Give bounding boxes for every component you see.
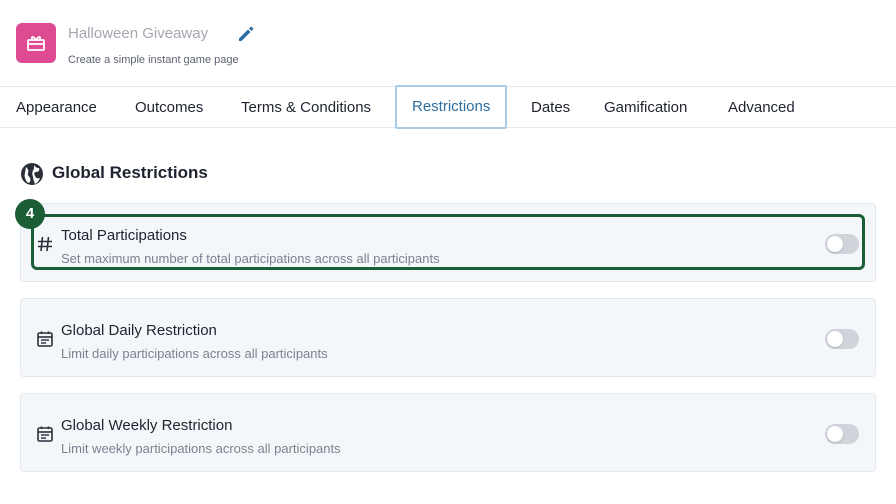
restriction-card-global-daily: Global Daily Restriction Limit daily par… [20,298,876,377]
calendar-icon [35,424,55,444]
restriction-description: Limit daily participations across all pa… [61,346,328,361]
tab-gamification[interactable]: Gamification [604,87,687,128]
hash-icon [35,234,55,254]
calendar-icon [35,329,55,349]
restriction-card-global-weekly: Global Weekly Restriction Limit weekly p… [20,393,876,472]
global-daily-toggle[interactable] [825,329,859,349]
toggle-knob [827,331,843,347]
tab-dates[interactable]: Dates [531,87,570,128]
globe-icon [20,162,44,186]
page-header: Halloween Giveaway Create a simple insta… [0,0,896,86]
restriction-title: Total Participations [61,227,187,244]
restriction-description: Limit weekly participations across all p… [61,441,341,456]
tab-restrictions[interactable]: Restrictions [395,85,508,129]
tab-terms-conditions[interactable]: Terms & Conditions [241,87,371,128]
tab-appearance[interactable]: Appearance [16,87,97,128]
tab-advanced[interactable]: Advanced [728,87,795,128]
tab-outcomes[interactable]: Outcomes [135,87,203,128]
section-title: Global Restrictions [52,163,208,182]
restriction-title: Global Weekly Restriction [61,417,233,434]
gift-card-icon [16,23,56,63]
page-title: Halloween Giveaway [68,25,209,42]
global-weekly-toggle[interactable] [825,424,859,444]
total-participations-toggle[interactable] [825,234,859,254]
tab-bar: Appearance Outcomes Terms & Conditions R… [0,85,896,129]
page-subtitle: Create a simple instant game page [68,54,239,66]
restriction-description: Set maximum number of total participatio… [61,251,440,266]
toggle-knob [827,236,843,252]
restriction-card-total-participations: Total Participations Set maximum number … [20,203,876,282]
step-number-badge: 4 [15,199,45,229]
toggle-knob [827,426,843,442]
restriction-title: Global Daily Restriction [61,322,217,339]
pencil-edit-icon[interactable] [236,24,256,44]
